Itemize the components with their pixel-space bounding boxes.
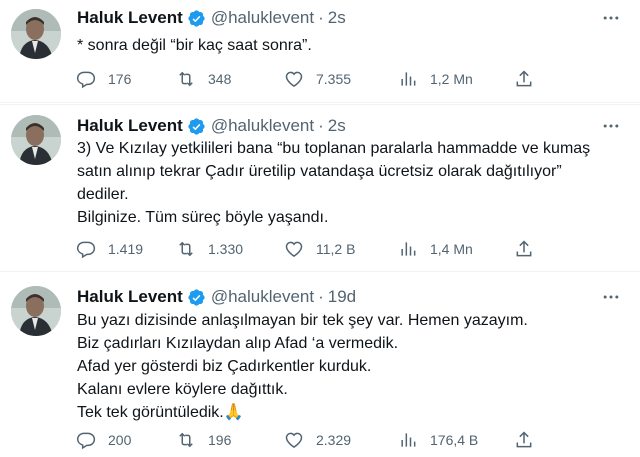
- action-bar: 176 348 7.355 1,2 Mn: [76, 67, 546, 91]
- retweet-count: 196: [208, 432, 232, 448]
- tweet-header: Haluk Levent @haluklevent · 19d: [77, 286, 356, 308]
- author-handle[interactable]: @haluklevent: [211, 8, 314, 28]
- avatar[interactable]: [11, 9, 61, 59]
- retweet-button[interactable]: 1.330: [176, 237, 243, 261]
- reply-count: 1.419: [108, 241, 144, 257]
- reply-button[interactable]: 1.419: [76, 237, 143, 261]
- views-button[interactable]: 176,4 B: [398, 428, 478, 452]
- reply-bubble-icon: [76, 430, 96, 450]
- author-handle[interactable]: @haluklevent: [211, 116, 314, 136]
- share-button[interactable]: [514, 67, 534, 91]
- reply-count: 200: [108, 432, 132, 448]
- like-count: 7.355: [316, 71, 352, 87]
- author-name[interactable]: Haluk Levent: [77, 8, 183, 28]
- retweet-count: 1.330: [208, 241, 244, 257]
- heart-icon: [284, 239, 304, 259]
- tweet-text-line: 3) Ve Kızılay yetkilileri bana “bu topla…: [77, 140, 591, 157]
- tweet-text-line: * sonra değil “bir kaç saat sonra”.: [77, 37, 312, 54]
- tweet-text-line: Bu yazı dizisinde anlaşılmayan bir tek ş…: [77, 312, 528, 329]
- action-bar: 200 196 2.329 176,4 B: [76, 428, 546, 452]
- timestamp[interactable]: 2s: [328, 116, 346, 136]
- like-button[interactable]: 7.355: [284, 67, 351, 91]
- avatar-image: [11, 9, 61, 59]
- heart-icon: [284, 430, 304, 450]
- more-dots-icon[interactable]: [598, 287, 624, 307]
- views-bar-chart-icon: [398, 430, 418, 450]
- retweet-button[interactable]: 196: [176, 428, 231, 452]
- views-count: 1,4 Mn: [430, 241, 473, 257]
- reply-bubble-icon: [76, 239, 96, 259]
- tweet-text: 3) Ve Kızılay yetkilileri bana “bu topla…: [77, 137, 622, 229]
- action-bar: 1.419 1.330 11,2 B 1,4 Mn: [76, 237, 546, 261]
- views-count: 176,4 B: [430, 432, 479, 448]
- reply-bubble-icon: [76, 69, 96, 89]
- verified-badge-icon: [187, 9, 206, 28]
- author-name[interactable]: Haluk Levent: [77, 116, 183, 136]
- avatar-image: [11, 115, 61, 165]
- separator-dot: ·: [318, 287, 324, 306]
- views-bar-chart-icon: [398, 239, 418, 259]
- separator-dot: ·: [318, 8, 324, 27]
- views-button[interactable]: 1,2 Mn: [398, 67, 473, 91]
- more-dots-icon[interactable]: [598, 116, 624, 136]
- like-count: 11,2 B: [316, 241, 356, 257]
- tweet-text: * sonra değil “bir kaç saat sonra”.: [77, 34, 622, 57]
- retweet-icon: [176, 69, 196, 89]
- tweet-header: Haluk Levent @haluklevent · 2s: [77, 115, 346, 137]
- tweet-text: Bu yazı dizisinde anlaşılmayan bir tek ş…: [77, 309, 622, 424]
- timestamp[interactable]: 19d: [328, 287, 356, 307]
- views-bar-chart-icon: [398, 69, 418, 89]
- separator-dot: ·: [318, 116, 324, 135]
- reply-count: 176: [108, 71, 132, 87]
- tweet-text-line: Biz çadırları Kızılaydan alıp Afad ‘a ve…: [77, 335, 399, 352]
- retweet-count: 348: [208, 71, 232, 87]
- retweet-button[interactable]: 348: [176, 67, 231, 91]
- tweet-text-line: dediler.: [77, 186, 129, 203]
- tweet-header: Haluk Levent @haluklevent · 2s: [77, 7, 346, 29]
- retweet-icon: [176, 430, 196, 450]
- verified-badge-icon: [187, 288, 206, 307]
- tweet-text-line: Bilginize. Tüm süreç böyle yaşandı.: [77, 209, 329, 226]
- tweet-text-line: satın alınıp tekrar Çadır üretilip vatan…: [77, 163, 562, 180]
- views-count: 1,2 Mn: [430, 71, 473, 87]
- reply-button[interactable]: 176: [76, 67, 131, 91]
- share-button[interactable]: [514, 428, 534, 452]
- reply-button[interactable]: 200: [76, 428, 131, 452]
- views-button[interactable]: 1,4 Mn: [398, 237, 473, 261]
- author-handle[interactable]: @haluklevent: [211, 287, 314, 307]
- tweet-text-line: Tek tek görüntüledik.🙏: [77, 404, 244, 421]
- author-name[interactable]: Haluk Levent: [77, 287, 183, 307]
- more-dots-icon[interactable]: [598, 8, 624, 28]
- avatar[interactable]: [11, 286, 61, 336]
- like-count: 2.329: [316, 432, 352, 448]
- share-upload-icon: [514, 239, 534, 259]
- heart-icon: [284, 69, 304, 89]
- like-button[interactable]: 11,2 B: [284, 237, 355, 261]
- verified-badge-icon: [187, 117, 206, 136]
- timestamp[interactable]: 2s: [328, 8, 346, 28]
- avatar-image: [11, 286, 61, 336]
- share-upload-icon: [514, 430, 534, 450]
- like-button[interactable]: 2.329: [284, 428, 351, 452]
- share-button[interactable]: [514, 237, 534, 261]
- avatar[interactable]: [11, 115, 61, 165]
- tweet-text-line: Kalanı evlere köylere dağıttık.: [77, 381, 288, 398]
- tweet-2[interactable]: Haluk Levent @haluklevent · 2s 3) Ve Kız…: [0, 104, 640, 272]
- tweet-3[interactable]: Haluk Levent @haluklevent · 19d Bu yazı …: [0, 273, 640, 457]
- share-upload-icon: [514, 69, 534, 89]
- retweet-icon: [176, 239, 196, 259]
- tweet-1[interactable]: Haluk Levent @haluklevent · 2s * sonra d…: [0, 0, 640, 103]
- tweet-text-line: Afad yer gösterdi biz Çadırkentler kurdu…: [77, 358, 372, 375]
